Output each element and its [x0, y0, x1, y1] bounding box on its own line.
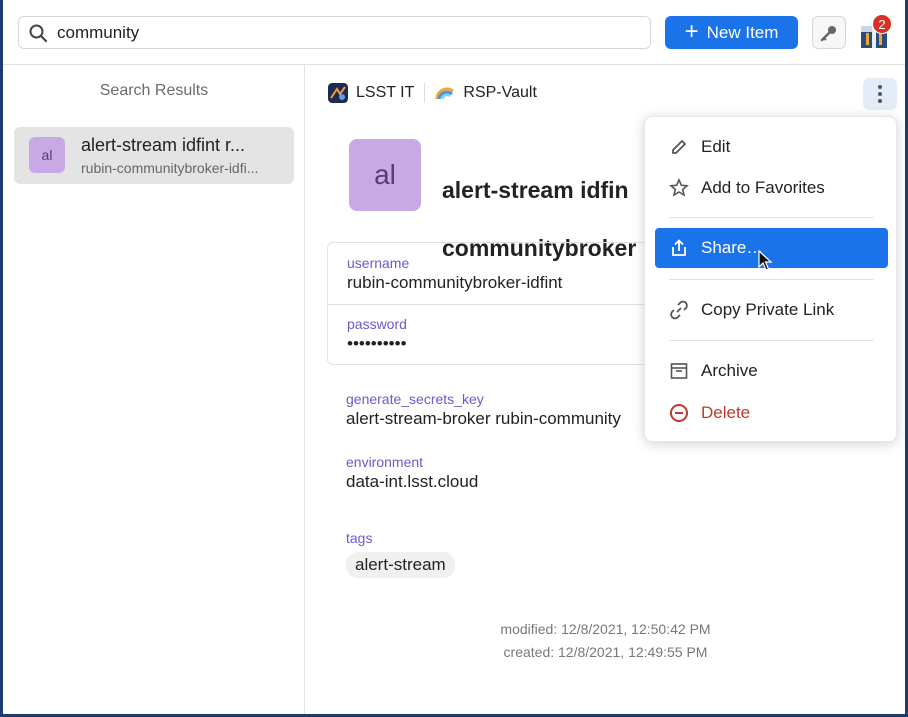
sidebar-title: Search Results	[99, 82, 209, 99]
menu-item-label: Copy Private Link	[701, 300, 835, 319]
generate-secrets-key-field[interactable]: generate_secrets_key alert-stream-broker…	[346, 391, 621, 429]
tags-section: tags alert-stream	[346, 530, 455, 578]
created-timestamp: created: 12/8/2021, 12:49:55 PM	[503, 644, 708, 660]
more-options-button[interactable]	[863, 78, 897, 110]
vault-name: LSST IT	[356, 84, 415, 101]
top-bar: + New Item 2	[3, 0, 905, 65]
item-options-menu: Edit Add to Favorites Share… Copy Privat…	[644, 116, 897, 442]
archive-icon	[669, 361, 689, 381]
menu-separator	[669, 279, 874, 280]
field-value[interactable]: data-int.lsst.cloud	[346, 472, 478, 492]
delete-icon	[669, 403, 689, 423]
pencil-icon	[669, 137, 689, 157]
vault-rsp[interactable]: RSP-Vault	[435, 83, 537, 103]
menu-item-label: Edit	[701, 137, 731, 156]
result-title: alert-stream idfint r...	[81, 135, 246, 155]
new-item-button[interactable]: + New Item	[665, 16, 798, 49]
field-value[interactable]: ••••••••••	[347, 334, 407, 354]
lsst-vault-icon	[328, 83, 348, 103]
vault-separator	[424, 83, 426, 103]
password-field[interactable]: password ••••••••••	[347, 316, 407, 354]
link-icon	[669, 300, 689, 320]
menu-item-label: Add to Favorites	[701, 178, 825, 197]
search-icon	[29, 24, 48, 43]
menu-item-favorite[interactable]: Add to Favorites	[655, 168, 888, 208]
plus-icon: +	[684, 17, 699, 45]
mouse-cursor-icon	[758, 250, 773, 271]
menu-item-delete[interactable]: Delete	[655, 393, 888, 433]
menu-separator	[669, 340, 874, 341]
menu-item-label: Delete	[701, 403, 751, 422]
item-title-line1: alert-stream idfin	[442, 177, 629, 203]
environment-field[interactable]: environment data-int.lsst.cloud	[346, 454, 478, 492]
share-icon	[669, 238, 689, 258]
result-subtitle: rubin-communitybroker-idfi...	[81, 160, 259, 176]
app-window: + New Item 2 Search Results al alert-str…	[3, 0, 905, 714]
vault-breadcrumb: LSST IT RSP-Vault	[328, 83, 537, 103]
field-value[interactable]: rubin-communitybroker-idfint	[347, 273, 562, 293]
sidebar: Search Results al alert-stream idfint r.…	[3, 65, 305, 714]
tag-chip[interactable]: alert-stream	[346, 552, 455, 578]
menu-separator	[669, 217, 874, 218]
more-dots-icon	[878, 85, 882, 89]
search-result-item[interactable]: al alert-stream idfint r... rubin-commun…	[14, 127, 294, 184]
field-label: environment	[346, 454, 424, 470]
menu-item-label: Share…	[701, 238, 764, 257]
item-avatar: al	[349, 139, 421, 211]
menu-item-label: Archive	[701, 361, 758, 380]
field-label: password	[347, 316, 407, 332]
tags-label: tags	[346, 530, 373, 546]
menu-item-archive[interactable]: Archive	[655, 351, 888, 391]
notification-badge: 2	[872, 14, 892, 34]
menu-item-copy-link[interactable]: Copy Private Link	[655, 290, 888, 330]
menu-item-edit[interactable]: Edit	[655, 127, 888, 167]
star-icon	[669, 178, 689, 198]
vault-lsst-it[interactable]: LSST IT	[328, 83, 414, 103]
password-generator-button[interactable]	[812, 16, 846, 49]
new-item-label: New Item	[706, 22, 779, 42]
search-input[interactable]	[57, 20, 637, 46]
result-avatar: al	[29, 137, 65, 173]
field-label: generate_secrets_key	[346, 391, 484, 407]
field-label: username	[347, 255, 410, 271]
search-box[interactable]	[18, 16, 651, 49]
rsp-vault-icon	[435, 87, 455, 100]
modified-timestamp: modified: 12/8/2021, 12:50:42 PM	[500, 621, 711, 637]
vault-name: RSP-Vault	[463, 84, 537, 101]
key-icon	[820, 25, 836, 41]
username-field[interactable]: username rubin-communitybroker-idfint	[347, 255, 562, 293]
field-value[interactable]: alert-stream-broker rubin-community	[346, 409, 621, 429]
